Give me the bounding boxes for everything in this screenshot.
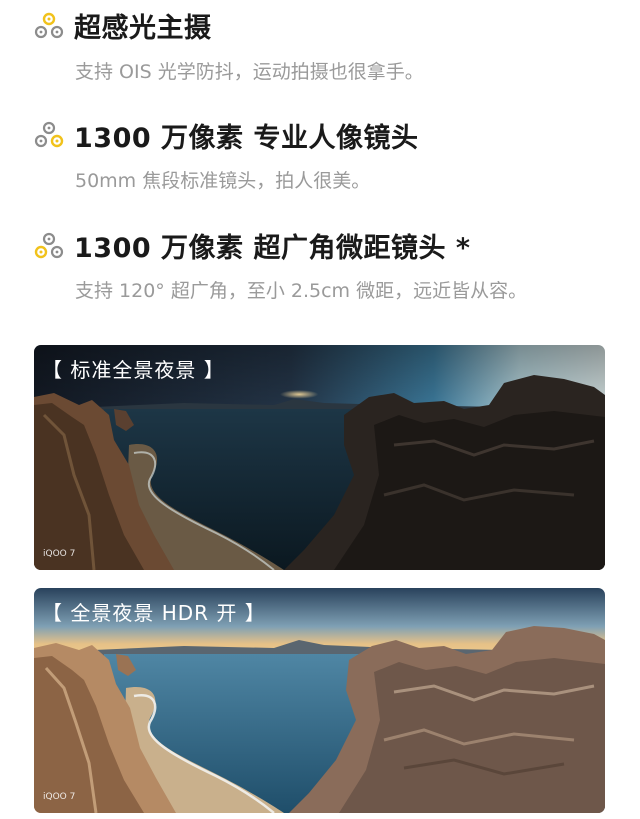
watermark: iQOO 7 <box>43 549 76 559</box>
feature-description: 50mm 焦段标准镜头，拍人很美。 <box>75 170 371 192</box>
photo-caption: 【 全景夜景 HDR 开 】 <box>42 601 266 625</box>
triple-lens-icon <box>34 232 64 259</box>
feature-title: 超感光主摄 <box>74 13 212 44</box>
feature-title: 1300 万像素 超广角微距镜头 * <box>74 233 471 264</box>
photo-caption: 【 标准全景夜景 】 <box>42 358 225 382</box>
photo-hdr-panorama: 【 全景夜景 HDR 开 】 iQOO 7 <box>34 588 605 813</box>
feature-title: 1300 万像素 专业人像镜头 <box>74 123 419 154</box>
watermark: iQOO 7 <box>43 792 76 802</box>
triple-lens-icon <box>34 121 64 148</box>
feature-description: 支持 120° 超广角，至小 2.5cm 微距，远近皆从容。 <box>75 280 528 302</box>
photo-standard-panorama: 【 标准全景夜景 】 iQOO 7 <box>34 345 605 570</box>
triple-lens-icon <box>34 12 64 39</box>
feature-description: 支持 OIS 光学防抖，运动拍摄也很拿手。 <box>75 61 424 83</box>
